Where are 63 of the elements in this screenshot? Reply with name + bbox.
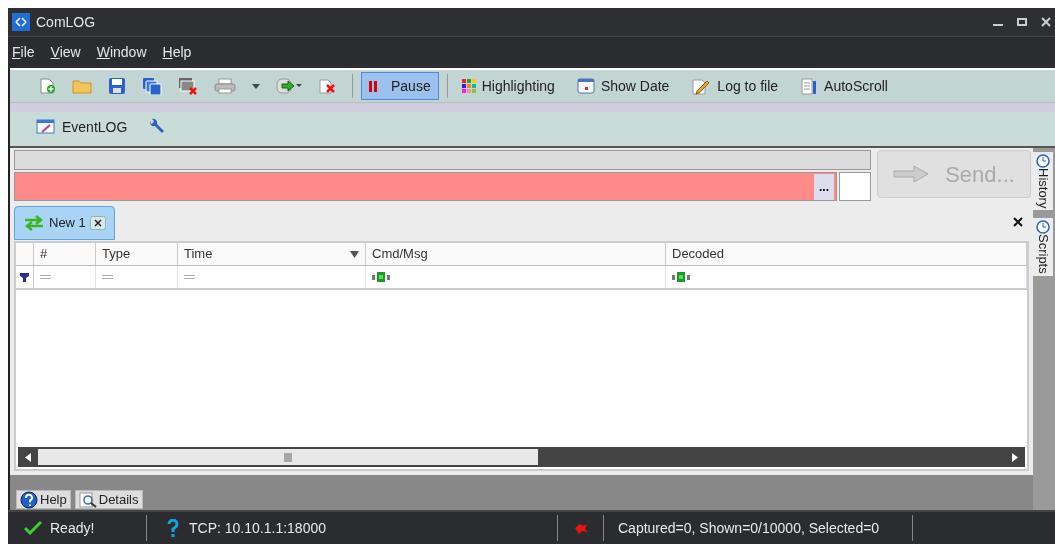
side-tab[interactable]: Scripts (1033, 218, 1053, 277)
question-mark-icon (167, 519, 179, 537)
document-tab[interactable]: New 1 (14, 206, 115, 240)
window-title: ComLOG (36, 12, 96, 32)
extra-field[interactable] (839, 172, 871, 201)
text-format-icon[interactable] (372, 272, 390, 282)
message-field[interactable]: ... (14, 172, 837, 201)
bottom-tab[interactable]: Help (16, 490, 71, 509)
toolbar-button[interactable]: Pause (361, 72, 439, 100)
save-all-icon[interactable] (142, 77, 162, 95)
close-icon[interactable] (1013, 217, 1023, 227)
filter-icon[interactable] (20, 272, 29, 282)
calendar-icon (576, 78, 595, 94)
clock-icon (1036, 154, 1050, 168)
document-scroll-icon (800, 77, 819, 95)
clock-icon (1036, 220, 1050, 235)
dropdown-arrow-icon[interactable] (252, 83, 260, 89)
help-icon (20, 490, 38, 509)
new-document-icon[interactable] (38, 77, 56, 95)
magnifier-document-icon (78, 491, 97, 508)
close-all-icon[interactable] (178, 77, 198, 95)
toolbar-button[interactable]: Highlighting (453, 72, 563, 100)
menu-item[interactable]: Help (162, 42, 192, 63)
toolbar-button[interactable]: Show Date (568, 72, 678, 100)
browse-button[interactable]: ... (814, 173, 834, 200)
wrench-icon[interactable] (147, 118, 166, 136)
toolbar-button[interactable]: AutoScroll (792, 72, 896, 100)
arrow-icon (893, 165, 930, 183)
counts-text: Captured=0, Shown=0/10000, Selected=0 (617, 518, 881, 538)
color-grid-icon (461, 79, 476, 93)
swap-arrows-icon (23, 215, 45, 231)
menu-item[interactable]: Window (96, 42, 147, 63)
column-header[interactable]: Time (178, 243, 366, 265)
menu-item[interactable]: View (50, 42, 81, 63)
scroll-right-icon[interactable] (1012, 452, 1018, 462)
bottom-tab[interactable]: Details (74, 490, 143, 509)
column-header[interactable]: Cmd/Msg (366, 243, 666, 265)
column-header[interactable]: # (34, 243, 96, 265)
side-tab[interactable]: History (1033, 152, 1053, 211)
column-header[interactable]: Type (96, 243, 178, 265)
column-header[interactable]: Decoded (666, 243, 1027, 265)
command-field[interactable] (14, 150, 871, 170)
filter-arrow-icon[interactable] (350, 250, 359, 258)
horizontal-scrollbar[interactable] (18, 447, 1025, 467)
maximize-icon[interactable] (1017, 17, 1027, 27)
checkmark-icon (24, 521, 42, 535)
text-format-icon[interactable] (672, 272, 690, 282)
clear-document-icon[interactable] (318, 77, 336, 95)
toolbar-button[interactable]: Log to file (683, 72, 787, 100)
printer-icon[interactable] (214, 78, 236, 94)
save-icon[interactable] (108, 77, 126, 95)
scrollbar-thumb[interactable] (38, 449, 538, 465)
pause-icon (369, 80, 377, 92)
connection-text: TCP: 10.10.1.1:18000 (189, 518, 326, 538)
scroll-left-icon[interactable] (25, 452, 31, 462)
menu-item[interactable]: File (12, 42, 35, 63)
close-icon[interactable] (89, 216, 106, 230)
app-logo-icon (12, 13, 30, 31)
export-icon[interactable] (276, 77, 302, 95)
event-window-icon (36, 119, 56, 135)
eventlog-button[interactable]: EventLOG (36, 116, 128, 138)
status-text: Ready! (50, 518, 95, 538)
pencil-document-icon (691, 77, 712, 95)
